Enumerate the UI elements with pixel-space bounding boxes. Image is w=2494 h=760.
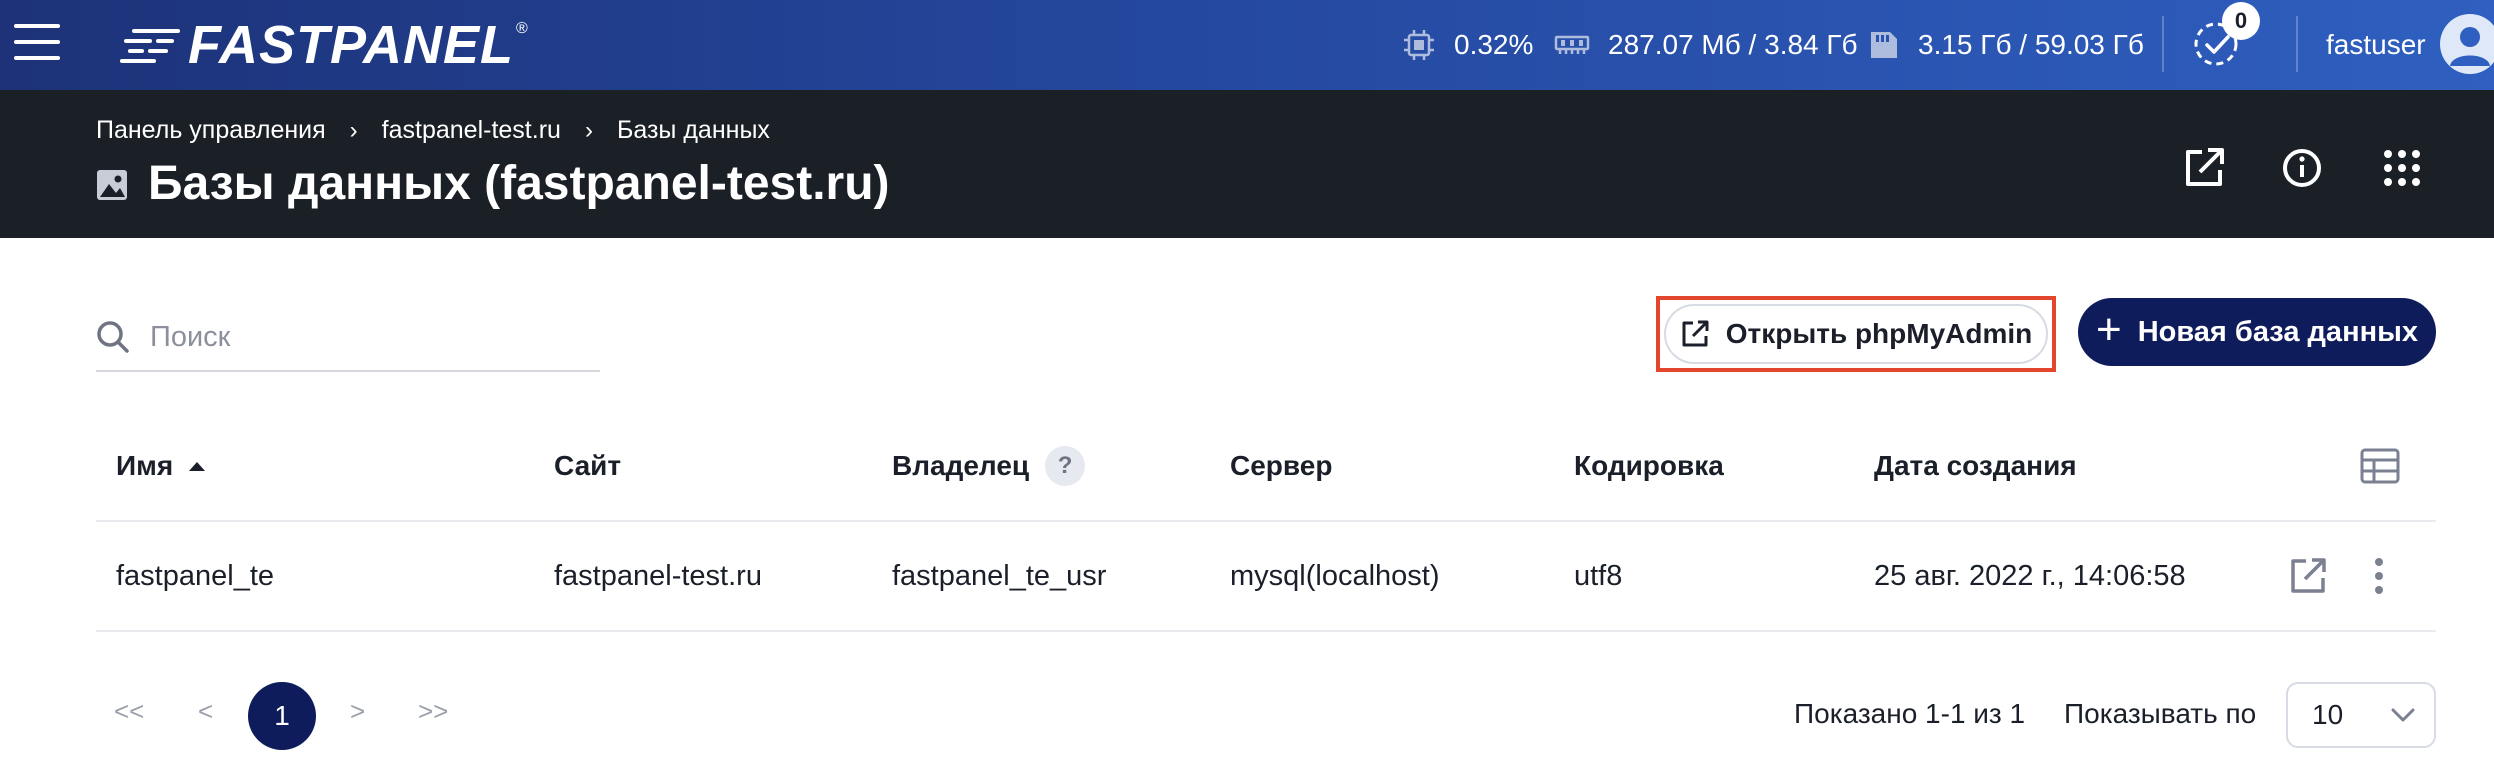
column-header-label: Дата создания (1874, 450, 2077, 481)
disk-value: 3.15 Гб / 59.03 Гб (1918, 29, 2144, 60)
cpu-icon (1404, 30, 1434, 60)
per-page-label: Показывать по (2064, 698, 2257, 729)
cell-created: 25 авг. 2022 г., 14:06:58 (1874, 560, 2186, 592)
memory-icon (1554, 35, 1590, 54)
cell-site: fastpanel-test.ru (554, 560, 762, 592)
ram-stat: 287.07 Мб / 3.84 Гб (1554, 0, 1858, 90)
logo-text: FASTPANEL (188, 15, 515, 75)
open-phpmyadmin-button[interactable]: Открыть phpMyAdmin (1664, 304, 2048, 364)
cell-encoding: utf8 (1574, 560, 1623, 592)
chevron-right-icon: › (584, 116, 593, 144)
pagination-last[interactable]: >> (418, 696, 448, 727)
column-header-name[interactable]: Имя (116, 450, 206, 482)
breadcrumb-item[interactable]: fastpanel-test.ru (382, 116, 561, 145)
pagination-page-current[interactable]: 1 (248, 682, 316, 750)
pagination-next[interactable]: > (350, 696, 365, 727)
page-title-row: Базы данных (fastpanel-test.ru) (96, 156, 890, 211)
column-header-label: Владелец (892, 450, 1030, 481)
apps-grid-icon[interactable] (2378, 144, 2426, 192)
disk-icon (1871, 32, 1897, 58)
logo[interactable]: FASTPANEL ® (120, 15, 528, 75)
open-external-icon[interactable] (2180, 144, 2228, 192)
info-icon[interactable] (2278, 144, 2326, 192)
search-field (96, 304, 600, 372)
per-page-value: 10 (2312, 699, 2344, 730)
pagination-prev[interactable]: < (198, 696, 213, 727)
topbar-divider (2162, 16, 2164, 72)
column-header-site: Сайт (554, 450, 621, 482)
chevron-down-icon (2391, 708, 2415, 722)
column-header-owner: Владелец ? (892, 446, 1086, 486)
table-divider (96, 520, 2436, 522)
column-header-created: Дата создания (1874, 450, 2077, 482)
ram-value: 287.07 Мб / 3.84 Гб (1608, 29, 1858, 60)
column-header-label: Имя (116, 450, 174, 481)
page-title: Базы данных (fastpanel-test.ru) (148, 157, 890, 210)
disk-stat: 3.15 Гб / 59.03 Гб (1868, 0, 2144, 90)
open-external-icon (1682, 320, 1709, 347)
column-header-label: Сервер (1230, 450, 1333, 481)
column-header-label: Кодировка (1574, 450, 1724, 481)
cpu-stat: 0.32% (1402, 0, 1533, 90)
table-settings-icon[interactable] (2360, 448, 2400, 484)
plus-icon: + (2096, 305, 2122, 354)
new-database-button[interactable]: + Новая база данных (2078, 298, 2436, 366)
pagination-shown-info: Показано 1-1 из 1 (1794, 698, 2026, 729)
column-header-server: Сервер (1230, 450, 1332, 482)
user-avatar-icon[interactable] (2440, 14, 2494, 74)
new-database-label: Новая база данных (2137, 315, 2418, 348)
topbar-divider (2296, 16, 2298, 72)
cell-server: mysql(localhost) (1230, 560, 1440, 592)
sort-ascending-icon (189, 461, 206, 471)
hamburger-menu-icon[interactable] (14, 22, 60, 62)
logo-mark-icon (120, 29, 180, 63)
more-vertical-icon[interactable] (2372, 556, 2386, 596)
cell-owner: fastpanel_te_usr (892, 560, 1107, 592)
cpu-value: 0.32% (1454, 29, 1534, 60)
username[interactable]: fastuser (2326, 0, 2426, 90)
tasks-count-badge: 0 (2222, 2, 2260, 40)
per-page-select[interactable]: 10 (2286, 682, 2436, 748)
page-header: Панель управления › fastpanel-test.ru › … (0, 90, 2494, 238)
help-icon[interactable]: ? (1045, 446, 1086, 486)
column-header-label: Сайт (554, 450, 622, 481)
breadcrumb-item: Базы данных (616, 116, 770, 144)
breadcrumb-item[interactable]: Панель управления (96, 116, 326, 145)
top-bar: FASTPANEL ® 0.32% 287.07 Мб / 3.84 Гб 3.… (0, 0, 2494, 90)
column-header-encoding: Кодировка (1574, 450, 1724, 482)
cell-name[interactable]: fastpanel_te (116, 560, 274, 593)
image-icon (97, 169, 127, 200)
chevron-right-icon: › (349, 116, 358, 144)
search-icon (97, 321, 129, 353)
pagination-first[interactable]: << (114, 696, 144, 727)
open-phpmyadmin-label: Открыть phpMyAdmin (1725, 318, 2033, 349)
search-input[interactable] (150, 320, 590, 354)
breadcrumb: Панель управления › fastpanel-test.ru › … (96, 116, 770, 145)
open-external-icon[interactable] (2288, 556, 2328, 596)
table-divider (96, 630, 2436, 632)
logo-registered-mark: ® (516, 20, 528, 37)
